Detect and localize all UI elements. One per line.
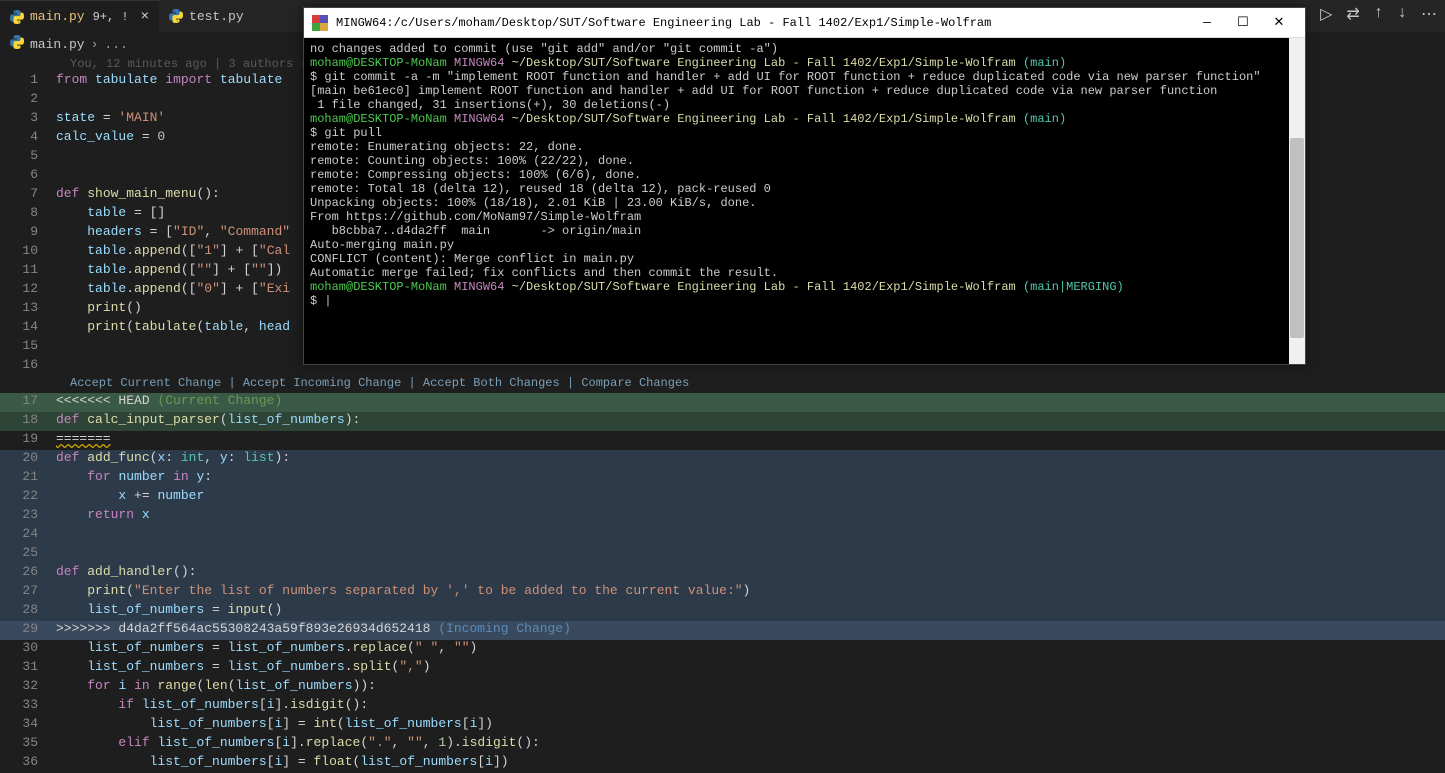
tab-test-py[interactable]: test.py <box>159 0 254 32</box>
terminal-window: MINGW64:/c/Users/moham/Desktop/SUT/Softw… <box>303 7 1306 365</box>
minimize-icon[interactable]: — <box>1189 9 1225 37</box>
compare-changes-button[interactable]: Compare Changes <box>581 376 689 390</box>
tab-main-py[interactable]: main.py 9+, ! × <box>0 0 159 32</box>
close-icon[interactable]: × <box>141 9 149 25</box>
tab-name: main.py <box>30 9 85 24</box>
python-icon <box>10 35 24 53</box>
run-icon[interactable]: ▷ <box>1320 4 1332 24</box>
accept-incoming-button[interactable]: Accept Incoming Change <box>243 376 401 390</box>
terminal-body[interactable]: no changes added to commit (use "git add… <box>304 38 1305 364</box>
more-icon[interactable]: ⋯ <box>1421 4 1437 24</box>
close-icon[interactable]: ✕ <box>1261 9 1297 37</box>
tab-badge: 9+, ! <box>93 10 129 24</box>
editor-toolbar: ▷ ⇄ ↑ ↓ ⋯ <box>1320 4 1437 24</box>
python-icon <box>10 10 24 24</box>
breadcrumb-file[interactable]: main.py <box>30 37 85 52</box>
arrow-down-icon[interactable]: ↓ <box>1397 4 1407 24</box>
arrow-up-icon[interactable]: ↑ <box>1374 4 1384 24</box>
terminal-title: MINGW64:/c/Users/moham/Desktop/SUT/Softw… <box>336 16 1189 30</box>
window-controls: — ☐ ✕ <box>1189 9 1297 37</box>
terminal-titlebar[interactable]: MINGW64:/c/Users/moham/Desktop/SUT/Softw… <box>304 8 1305 38</box>
breadcrumb-more[interactable]: ... <box>104 37 127 52</box>
scrollbar-thumb[interactable] <box>1290 138 1304 338</box>
python-icon <box>169 9 183 23</box>
tab-name: test.py <box>189 9 244 24</box>
merge-codelens: Accept Current Change | Accept Incoming … <box>0 376 1445 393</box>
diff-icon[interactable]: ⇄ <box>1346 4 1359 24</box>
chevron-right-icon: › <box>91 37 99 52</box>
accept-both-button[interactable]: Accept Both Changes <box>423 376 560 390</box>
terminal-scrollbar[interactable] <box>1289 38 1305 364</box>
maximize-icon[interactable]: ☐ <box>1225 9 1261 37</box>
accept-current-button[interactable]: Accept Current Change <box>70 376 221 390</box>
merge-conflict-block[interactable]: 17<<<<<<< HEAD (Current Change)18def cal… <box>0 393 1445 773</box>
git-bash-icon <box>312 15 328 31</box>
